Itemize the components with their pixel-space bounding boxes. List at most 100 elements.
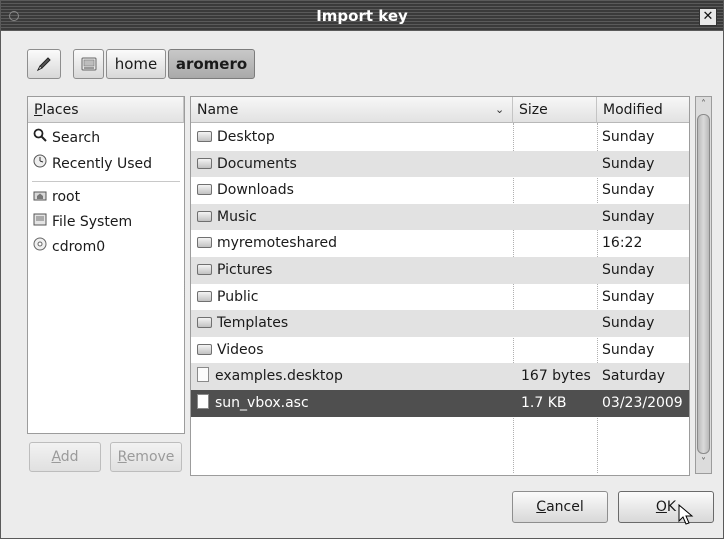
file-name-cell: Documents xyxy=(197,151,297,177)
file-icon xyxy=(197,394,209,409)
column-header-modified[interactable]: Modified xyxy=(597,97,689,123)
file-name-cell: Videos xyxy=(197,337,264,363)
file-row[interactable]: Templates Sunday xyxy=(191,310,689,337)
folder-icon xyxy=(197,317,212,329)
file-modified-cell: Sunday xyxy=(602,288,655,305)
places-header[interactable]: Places xyxy=(28,97,184,123)
close-window-button[interactable]: ✕ xyxy=(699,8,717,26)
close-icon: ✕ xyxy=(702,9,714,24)
file-row[interactable]: Desktop Sunday xyxy=(191,124,689,151)
places-item-cdrom0[interactable]: cdrom0 xyxy=(28,235,186,259)
folder-icon xyxy=(197,264,212,275)
file-row[interactable]: Pictures Sunday xyxy=(191,257,689,284)
file-modified-cell: Sunday xyxy=(602,155,655,172)
places-item-recently-used[interactable]: Recently Used xyxy=(28,152,186,176)
folder-icon xyxy=(197,210,212,222)
file-size-cell: 1.7 KB xyxy=(521,395,567,411)
scrollbar-thumb[interactable] xyxy=(697,114,710,454)
file-row[interactable]: Public Sunday xyxy=(191,284,689,311)
drive-icon xyxy=(32,210,48,234)
import-key-dialog: Import key ✕ home aromero Places Search … xyxy=(0,0,724,539)
column-header-name[interactable]: Name ⌄ xyxy=(191,97,513,123)
file-name-cell: myremoteshared xyxy=(197,230,337,256)
title-bar: Import key ✕ xyxy=(1,1,723,31)
file-modified-cell: Saturday xyxy=(602,368,666,385)
file-modified-cell: 03/23/2009 xyxy=(602,395,683,411)
places-item-label: Search xyxy=(52,130,101,146)
remove-bookmark-button[interactable]: Remove xyxy=(110,442,182,472)
breadcrumb-home[interactable]: home xyxy=(106,49,166,79)
folder-icon xyxy=(197,131,212,142)
home-folder-icon xyxy=(32,185,48,209)
file-name: Documents xyxy=(217,155,297,172)
file-name: Pictures xyxy=(217,262,273,278)
places-item-file-system[interactable]: File System xyxy=(28,210,186,234)
folder-icon xyxy=(197,290,212,302)
file-name-cell: Downloads xyxy=(197,177,294,203)
file-modified-cell: Sunday xyxy=(602,208,655,225)
file-modified-cell: Sunday xyxy=(602,129,655,145)
ok-mnemonic: O xyxy=(655,499,667,515)
cancel-button[interactable]: Cancel xyxy=(512,491,608,523)
remove-mnemonic: R xyxy=(117,449,127,465)
places-item-label: File System xyxy=(52,214,133,230)
breadcrumb-label: home xyxy=(114,55,158,73)
file-row[interactable]: sun_vbox.asc 1.7 KB 03/23/2009 xyxy=(191,390,689,417)
cd-icon xyxy=(32,235,48,259)
clock-icon xyxy=(32,152,48,176)
file-name: Desktop xyxy=(217,129,275,145)
places-item-label: Recently Used xyxy=(52,156,153,172)
add-label: dd xyxy=(60,449,79,465)
folder-icon xyxy=(197,343,212,355)
file-name: Videos xyxy=(217,341,264,358)
places-header-label: laces xyxy=(42,102,79,118)
file-row[interactable]: Music Sunday xyxy=(191,203,689,231)
cancel-label: ancel xyxy=(546,499,584,515)
mouse-pointer-icon xyxy=(678,504,694,525)
pencil-icon xyxy=(36,57,51,72)
filesystem-root-button[interactable] xyxy=(73,49,104,79)
sort-chevron-down-icon: ⌄ xyxy=(495,103,505,116)
file-name: Downloads xyxy=(217,182,294,199)
file-name: examples.desktop xyxy=(215,368,343,385)
places-item-label: root xyxy=(52,189,81,205)
cancel-mnemonic: C xyxy=(536,499,547,515)
column-header-size[interactable]: Size xyxy=(513,97,597,123)
column-header-label: Size xyxy=(519,102,548,118)
column-header-label: Modified xyxy=(603,102,663,118)
add-mnemonic: A xyxy=(51,449,61,465)
file-row[interactable]: examples.desktop 167 bytes Saturday xyxy=(191,363,689,390)
places-item-search[interactable]: Search xyxy=(28,126,186,150)
pane-resize-handle[interactable] xyxy=(184,281,189,297)
file-row[interactable]: Downloads Sunday xyxy=(191,177,689,204)
breadcrumb-aromero[interactable]: aromero xyxy=(168,49,255,79)
folder-icon xyxy=(197,184,212,196)
file-name-cell: Templates xyxy=(197,310,288,336)
places-separator xyxy=(32,181,180,182)
folder-icon xyxy=(197,157,212,169)
file-name-cell: sun_vbox.asc xyxy=(197,390,309,416)
file-list-scrollbar[interactable]: ˄ ˅ xyxy=(695,96,712,474)
ok-label: K xyxy=(666,499,677,515)
file-size-cell: 167 bytes xyxy=(521,368,591,385)
places-item-label: cdrom0 xyxy=(52,239,106,255)
file-row[interactable]: myremoteshared 16:22 xyxy=(191,230,689,257)
ok-button[interactable]: OK xyxy=(618,491,714,523)
remove-label: emove xyxy=(126,449,175,465)
file-row[interactable]: Documents Sunday xyxy=(191,150,689,178)
magnifier-icon xyxy=(32,126,48,150)
file-modified-cell: Sunday xyxy=(602,262,655,278)
scroll-down-arrow-icon[interactable]: ˅ xyxy=(697,455,710,471)
type-location-button[interactable] xyxy=(27,49,61,79)
places-item-root[interactable]: root xyxy=(28,185,186,209)
window-title: Import key xyxy=(316,7,408,25)
file-modified-cell: Sunday xyxy=(602,182,655,199)
file-name-cell: Desktop xyxy=(197,124,275,150)
file-icon xyxy=(197,367,209,383)
add-bookmark-button[interactable]: Add xyxy=(29,442,101,472)
file-row[interactable]: Videos Sunday xyxy=(191,337,689,364)
column-header-label: Name xyxy=(197,102,239,118)
scroll-up-arrow-icon[interactable]: ˄ xyxy=(697,97,710,113)
file-name: sun_vbox.asc xyxy=(215,395,309,411)
file-name-cell: examples.desktop xyxy=(197,363,343,389)
